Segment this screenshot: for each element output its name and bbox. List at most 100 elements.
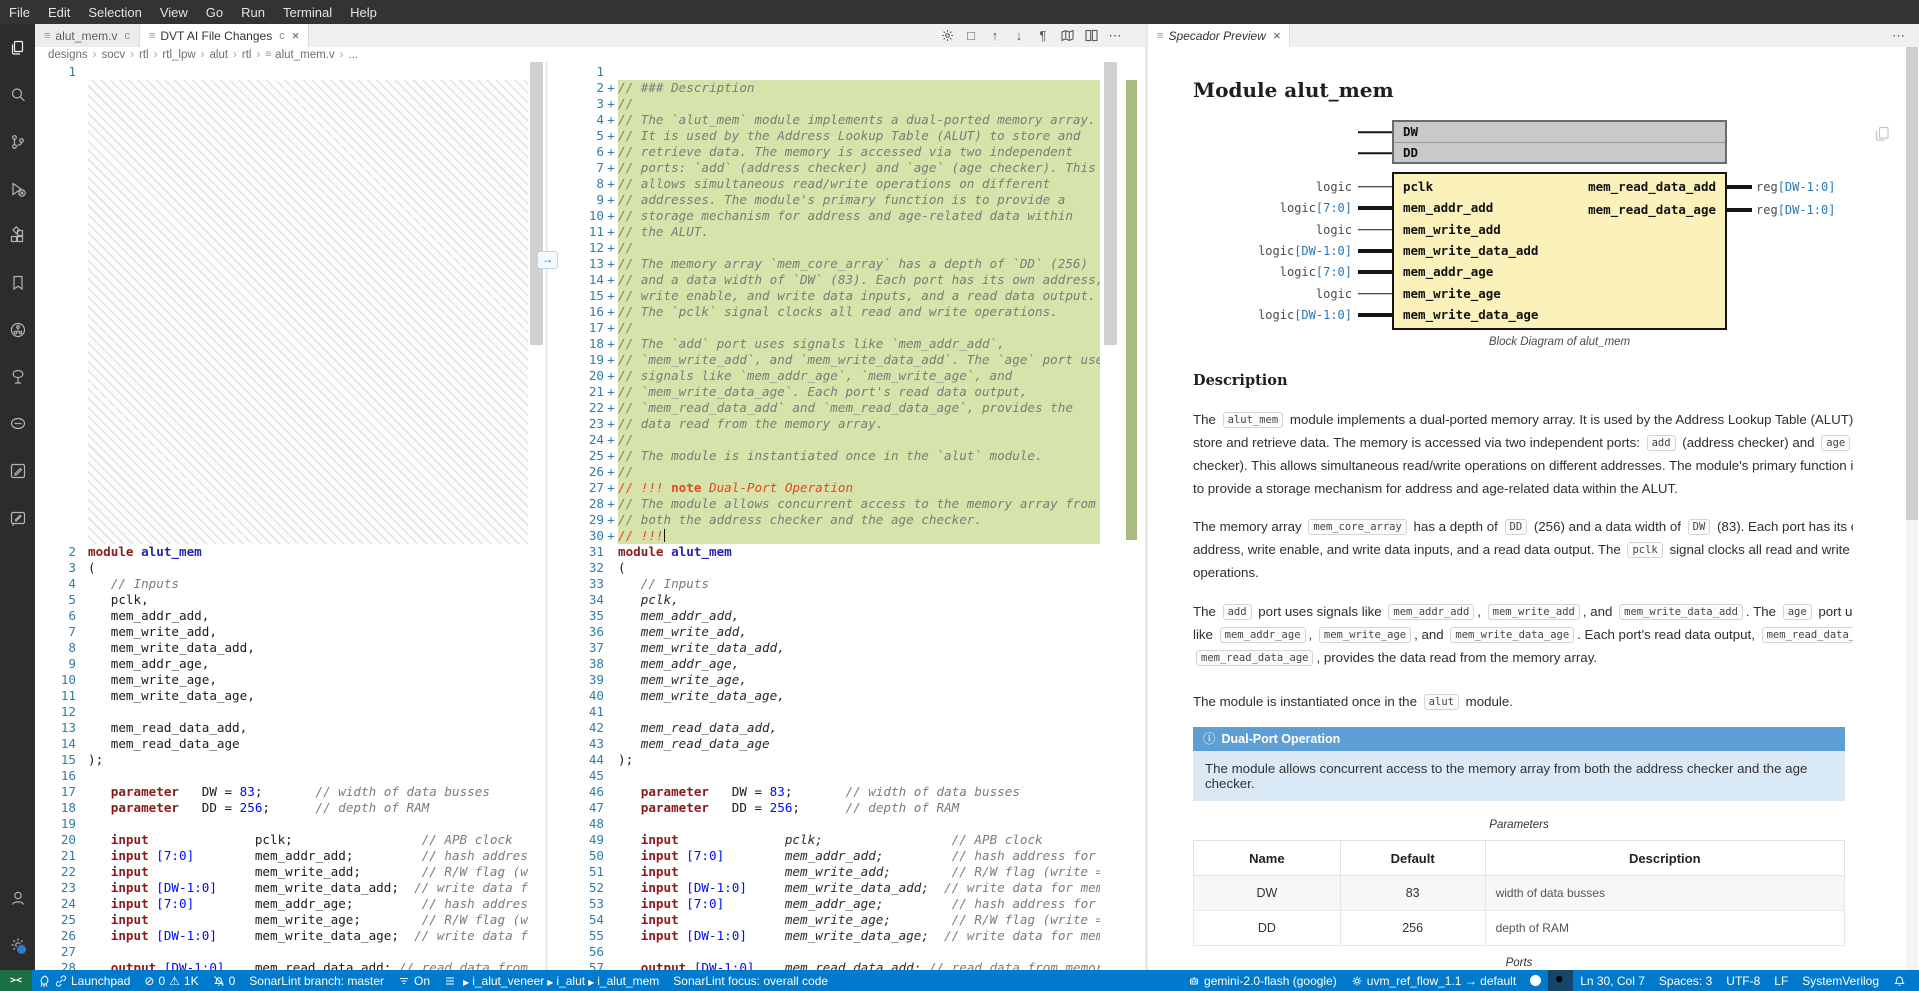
- tab-specador-preview[interactable]: ≡ Specador Preview ×: [1148, 24, 1290, 47]
- instance-hierarchy[interactable]: ▶i_alut_veneer▶i_alut▶i_alut_mem: [437, 974, 666, 988]
- code-line: 56: [548, 944, 1100, 960]
- menu-item-file[interactable]: File: [0, 5, 39, 20]
- menu-item-help[interactable]: Help: [341, 5, 386, 20]
- note-body: The module allows concurrent access to t…: [1193, 751, 1845, 801]
- extensions-icon[interactable]: [0, 212, 35, 259]
- split-editor-icon[interactable]: [1079, 24, 1103, 47]
- robot-icon: [1188, 975, 1200, 987]
- code-line: 44);: [548, 752, 1100, 768]
- code-line: 29+// both the address checker and the a…: [548, 512, 1100, 528]
- line-number: 10: [548, 208, 604, 224]
- line-number: 33: [548, 576, 604, 592]
- tab-alut-mem-v[interactable]: ≡ alut_mem.v c: [35, 24, 140, 47]
- source-control-icon[interactable]: [0, 118, 35, 165]
- code-line: 57 output [DW-1:0] mem_read_data_add; //…: [548, 960, 1100, 970]
- eol[interactable]: LF: [1767, 974, 1795, 988]
- language-mode[interactable]: SystemVerilog: [1795, 974, 1886, 988]
- code-line: 6 mem_addr_add,: [35, 608, 528, 624]
- pilcrow-icon[interactable]: ¶: [1031, 24, 1055, 47]
- code-line: 2module alut_mem: [35, 544, 528, 560]
- breadcrumb-item[interactable]: socv: [101, 49, 125, 61]
- specador-preview-panel: ≡ Specador Preview × ⋯ Module alut_mem D…: [1148, 24, 1919, 970]
- code-line: 48: [548, 816, 1100, 832]
- sonarlint-branch[interactable]: SonarLint branch: master: [242, 974, 391, 988]
- inline-code: mem_addr_age: [1220, 627, 1306, 643]
- code-line: 18+// The `add` port uses signals like `…: [548, 336, 1100, 352]
- code-line: 8+// allows simultaneous read/write oper…: [548, 176, 1100, 192]
- filter-toggle[interactable]: On: [391, 974, 437, 988]
- ai-model-indicator[interactable]: gemini-2.0-flash (google): [1181, 974, 1344, 988]
- breadcrumb-item[interactable]: rtl: [242, 49, 252, 61]
- line-number: 52: [548, 880, 604, 896]
- flow-indicator[interactable]: uvm_ref_flow_1.1 → default: [1344, 974, 1523, 988]
- notifications-muted[interactable]: 0: [206, 974, 243, 988]
- bookmarks-icon[interactable]: [0, 259, 35, 306]
- notifications-bell[interactable]: [1886, 974, 1913, 987]
- breadcrumb-file[interactable]: alut_mem.v: [275, 49, 334, 61]
- menu-item-selection[interactable]: Selection: [79, 5, 150, 20]
- settings-badge: [16, 944, 27, 955]
- more-actions-icon[interactable]: ⋯: [1103, 24, 1127, 47]
- modified-editor[interactable]: 12+// ### Description3+//4+// The `alut_…: [548, 62, 1145, 970]
- line-number: 44: [548, 752, 604, 768]
- line-number: 32: [548, 560, 604, 576]
- breadcrumb-item[interactable]: designs: [48, 49, 88, 61]
- file-icon: ≡: [149, 30, 155, 42]
- verification-hierarchy-icon[interactable]: [0, 306, 35, 353]
- line-number: 3: [548, 96, 604, 112]
- breadcrumb-item[interactable]: rtl_lpw: [162, 49, 195, 61]
- comments-icon[interactable]: [0, 400, 35, 447]
- more-actions-icon[interactable]: ⋯: [1892, 24, 1919, 47]
- line-number: 28: [548, 496, 604, 512]
- line-number: 20: [35, 832, 76, 848]
- line-number: 24: [35, 896, 76, 912]
- design-hierarchy-icon[interactable]: [0, 353, 35, 400]
- indentation[interactable]: Spaces: 3: [1652, 974, 1719, 988]
- original-editor[interactable]: 12module alut_mem3(4 // Inputs5 pclk,6 m…: [35, 62, 545, 970]
- breadcrumb[interactable]: designs›socv›rtl›rtl_lpw›alut›rtl›≡alut_…: [35, 47, 1145, 62]
- breadcrumb-item[interactable]: rtl: [139, 49, 149, 61]
- remote-indicator[interactable]: ><: [0, 970, 32, 991]
- line-number: 53: [548, 896, 604, 912]
- edit-comment-icon[interactable]: [0, 494, 35, 541]
- file-icon: ≡: [1157, 30, 1163, 42]
- compare-map-icon[interactable]: [1055, 24, 1079, 47]
- preview-scrollbar-thumb[interactable]: [1906, 47, 1918, 520]
- modified-scrollbar[interactable]: [1104, 62, 1117, 345]
- zoom-out-button[interactable]: [1548, 970, 1573, 991]
- close-icon[interactable]: ×: [292, 28, 300, 43]
- arrow-down-icon[interactable]: ↓: [1007, 24, 1031, 47]
- diff-next-change-arrow[interactable]: →: [537, 251, 558, 269]
- account-icon[interactable]: [0, 874, 35, 921]
- tab-dvt-ai-file-changes[interactable]: ≡ DVT AI File Changes c ×: [140, 24, 309, 47]
- problems-button[interactable]: ⊘0 ⚠1K: [137, 974, 205, 988]
- original-scrollbar[interactable]: [530, 62, 543, 345]
- menu-item-view[interactable]: View: [151, 5, 197, 20]
- launchpad-button[interactable]: Launchpad: [32, 974, 137, 988]
- menu-item-run[interactable]: Run: [232, 5, 274, 20]
- explorer-icon[interactable]: [0, 24, 35, 71]
- copy-icon[interactable]: [1873, 125, 1891, 143]
- sonarlint-focus[interactable]: SonarLint focus: overall code: [666, 974, 835, 988]
- close-icon[interactable]: ×: [1273, 28, 1281, 43]
- edit-note-icon[interactable]: [0, 447, 35, 494]
- cursor-position[interactable]: Ln 30, Col 7: [1573, 974, 1652, 988]
- menu-item-terminal[interactable]: Terminal: [274, 5, 341, 20]
- search-icon[interactable]: [0, 71, 35, 118]
- code-line: 40 mem_write_data_age,: [548, 688, 1100, 704]
- breadcrumb-item[interactable]: alut: [210, 49, 229, 61]
- encoding[interactable]: UTF-8: [1719, 974, 1767, 988]
- line-number: 1: [35, 64, 76, 80]
- settings-gear-icon[interactable]: [0, 921, 35, 968]
- menu-item-edit[interactable]: Edit: [39, 5, 79, 20]
- settings-gear-icon[interactable]: [935, 24, 959, 47]
- code-line: 30+// !!!: [548, 528, 1100, 544]
- line-number: 21: [548, 384, 604, 400]
- line-number: 22: [35, 864, 76, 880]
- menu-item-go[interactable]: Go: [197, 5, 232, 20]
- code-line: 9 mem_addr_age,: [35, 656, 528, 672]
- arrow-up-icon[interactable]: ↑: [983, 24, 1007, 47]
- run-debug-icon[interactable]: [0, 165, 35, 212]
- status-circle[interactable]: [1523, 975, 1548, 986]
- layout-box-icon[interactable]: □: [959, 24, 983, 47]
